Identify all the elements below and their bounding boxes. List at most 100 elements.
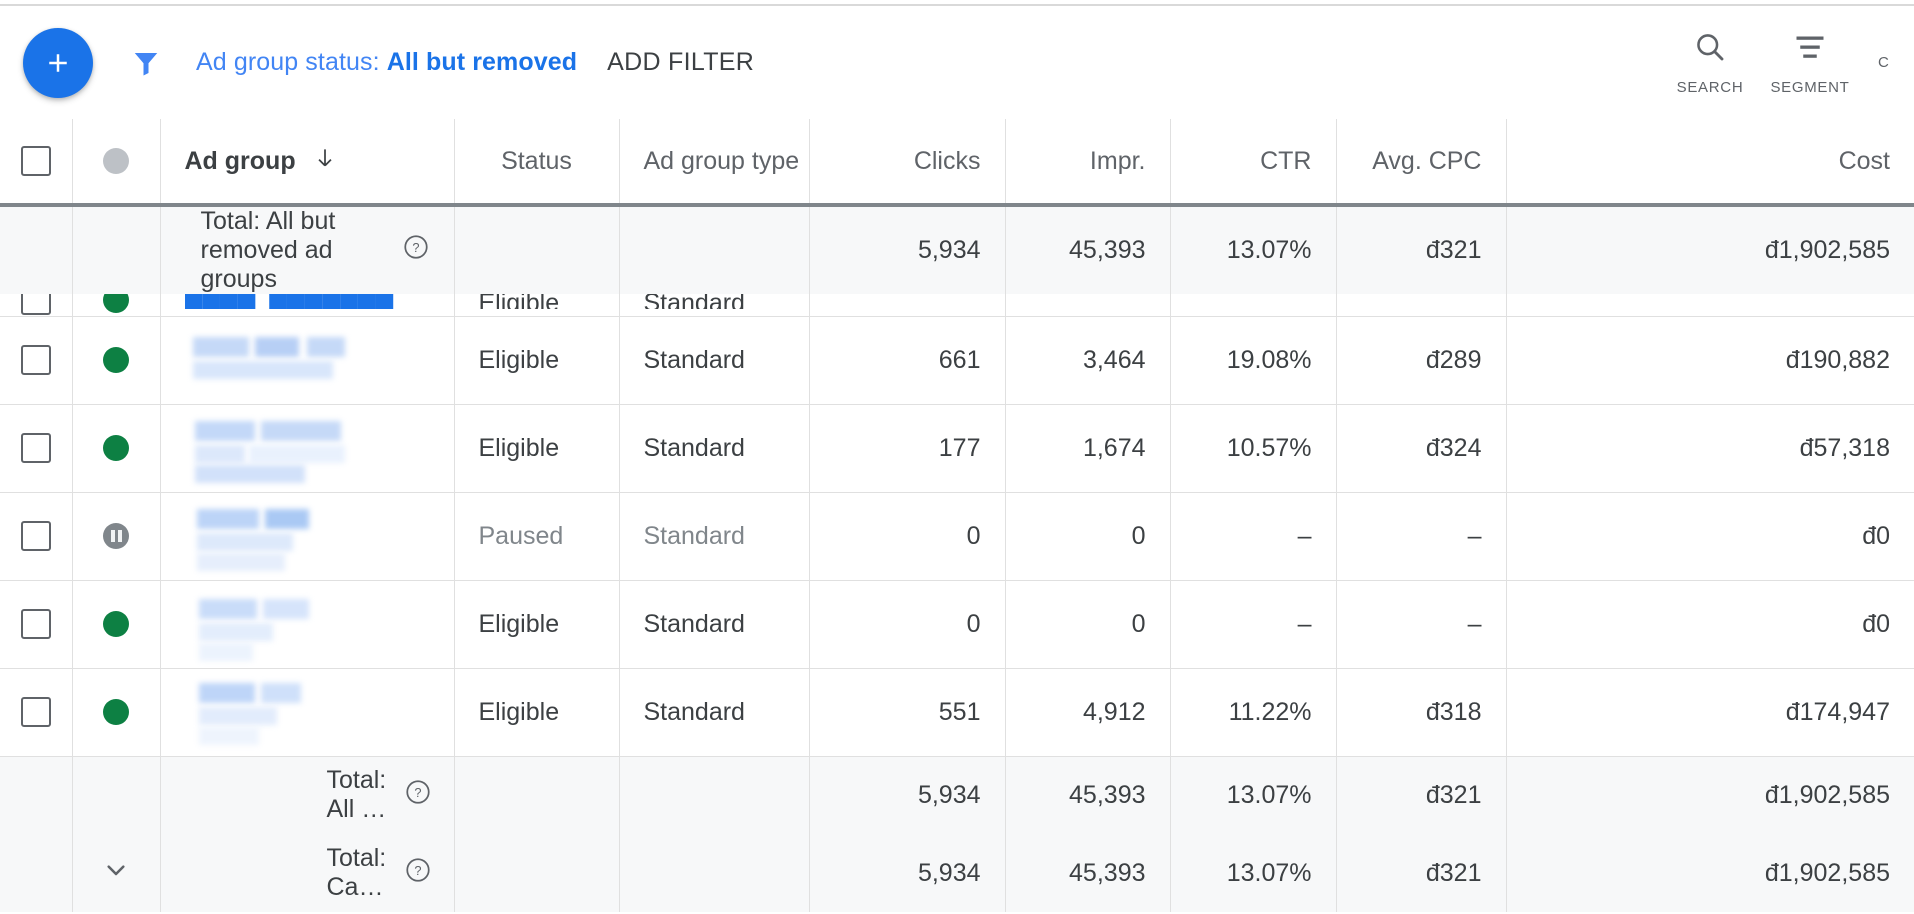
chevron-down-icon[interactable]: [100, 854, 132, 893]
filter-funnel-icon[interactable]: [120, 6, 172, 119]
column-header-avg-cpc[interactable]: Avg. CPC: [1336, 119, 1507, 203]
table-row[interactable]: Eligible Standard 177 1,674 10.57% đ324 …: [0, 404, 1914, 493]
table-row[interactable]: Paused Standard 0 0 – – đ0: [0, 492, 1914, 581]
totals-all-cost: đ1,902,585: [1764, 780, 1890, 809]
totals-campaign-ctr: 13.07%: [1170, 834, 1337, 912]
filter-chip-label: Ad group status:: [196, 48, 380, 76]
row-impr: 0: [1005, 492, 1171, 581]
totals-campaign-impr: 45,393: [1005, 834, 1171, 912]
totals-campaign-expander-cell[interactable]: [72, 834, 161, 912]
column-header-cost[interactable]: Cost: [1506, 119, 1914, 203]
row-cost: đ0: [1506, 492, 1914, 581]
help-circle-icon[interactable]: ?: [402, 233, 430, 268]
totals-all-label: Total: All …: [326, 766, 387, 824]
totals-row-campaign[interactable]: Total: Ca… ? 5,934 45,393 13.07% đ321 đ1…: [0, 834, 1914, 912]
table-row[interactable]: Eligible Standard 661 3,464 19.08% đ289 …: [0, 316, 1914, 405]
row-checkbox-cell[interactable]: [0, 492, 73, 581]
header-row: Ad group Status Ad group type Clicks Imp…: [0, 119, 1914, 203]
row-checkbox[interactable]: [20, 609, 51, 639]
column-header-ad-group-type[interactable]: Ad group type: [619, 119, 810, 203]
row-checkbox[interactable]: [20, 433, 51, 463]
column-header-ad-group[interactable]: Ad group: [160, 119, 455, 203]
segment-action[interactable]: SEGMENT: [1760, 6, 1860, 119]
row-clicks: 661: [809, 316, 1006, 405]
columns-action[interactable]: C: [1860, 6, 1914, 119]
table-row[interactable]: Eligible Standard 551 4,912 11.22% đ318 …: [0, 668, 1914, 757]
row-type-cell: Standard: [619, 316, 810, 405]
filter-chip-ad-group-status[interactable]: Ad group status: All but removed: [196, 48, 577, 77]
row-ad-group-cell[interactable]: [160, 580, 455, 669]
row-clicks: 0: [809, 492, 1006, 581]
totals-all-type-cell: [619, 756, 810, 834]
row-impr: [1005, 294, 1171, 317]
svg-text:?: ?: [415, 785, 422, 800]
totals-top-ctr: 13.07%: [1170, 207, 1337, 294]
ad-groups-table-container[interactable]: Ad group Status Ad group type Clicks Imp…: [0, 119, 1914, 914]
row-ad-group-cell[interactable]: ████ ███████: [160, 294, 455, 317]
column-header-clicks[interactable]: Clicks: [809, 119, 1006, 203]
row-checkbox[interactable]: [20, 521, 51, 551]
column-header-ctr[interactable]: CTR: [1170, 119, 1337, 203]
totals-top-label-cell: Total: All but removed ad groups ?: [160, 207, 455, 294]
totals-campaign-avg-cpc: đ321: [1336, 834, 1507, 912]
add-filter-button[interactable]: ADD FILTER: [607, 48, 754, 77]
row-impr: 1,674: [1005, 404, 1171, 493]
help-circle-icon[interactable]: ?: [404, 856, 432, 891]
status-dot-eligible-icon: [103, 347, 129, 373]
row-ad-group-cell[interactable]: [160, 668, 455, 757]
column-header-ad-group-label: Ad group: [184, 146, 296, 175]
row-checkbox[interactable]: [20, 345, 51, 375]
row-checkbox[interactable]: [20, 294, 51, 315]
row-checkbox-cell[interactable]: [0, 316, 73, 405]
segment-action-label: SEGMENT: [1770, 79, 1850, 96]
totals-campaign-checkbox-cell: [0, 834, 73, 912]
ad-group-name-redacted[interactable]: [185, 409, 430, 487]
help-circle-icon[interactable]: ?: [404, 778, 432, 813]
row-avg-cpc: đ324: [1336, 404, 1507, 493]
row-ctr: 19.08%: [1170, 316, 1337, 405]
select-all-checkbox[interactable]: [20, 146, 51, 176]
row-ad-group-cell[interactable]: [160, 404, 455, 493]
totals-top-checkbox-cell: [0, 207, 73, 294]
ad-group-name-redacted[interactable]: [185, 585, 430, 663]
row-cost: [1506, 294, 1914, 317]
row-status-dot-cell: [72, 404, 161, 493]
row-status-dot-cell: [72, 294, 161, 317]
totals-all-clicks: 5,934: [809, 756, 1006, 834]
ad-group-name-redacted[interactable]: [185, 321, 430, 399]
table-row[interactable]: ████ ███████ Eligible Standard: [0, 294, 1914, 317]
row-cost: đ57,318: [1506, 404, 1914, 493]
totals-top-cost: đ1,902,585: [1764, 236, 1890, 264]
row-checkbox-cell[interactable]: [0, 404, 73, 493]
totals-all-status-cell: [454, 756, 620, 834]
row-checkbox-cell[interactable]: [0, 668, 73, 757]
row-ad-group-cell[interactable]: [160, 316, 455, 405]
row-ad-group-cell[interactable]: [160, 492, 455, 581]
row-checkbox-cell[interactable]: [0, 294, 73, 317]
totals-all-ctr: 13.07%: [1170, 756, 1337, 834]
status-dot-placeholder-icon: [103, 148, 129, 174]
status-dot-eligible-icon: [103, 294, 129, 313]
search-action[interactable]: SEARCH: [1660, 6, 1760, 119]
status-dot-header: [72, 119, 161, 203]
add-ad-group-button[interactable]: [23, 27, 93, 98]
row-checkbox-cell[interactable]: [0, 580, 73, 669]
column-header-status[interactable]: Status: [454, 119, 620, 203]
totals-top-dot-cell: [72, 207, 161, 294]
row-type-label: Standard: [643, 294, 745, 309]
row-type-cell: Standard: [619, 294, 810, 317]
column-header-impr[interactable]: Impr.: [1005, 119, 1171, 203]
row-clicks: 177: [809, 404, 1006, 493]
row-checkbox[interactable]: [20, 697, 51, 727]
ad-group-link[interactable]: ████ ███████: [185, 294, 430, 309]
ad-group-name-redacted[interactable]: [185, 497, 430, 575]
ad-group-name-redacted[interactable]: [185, 673, 430, 751]
select-all-header[interactable]: [0, 119, 73, 203]
table-row[interactable]: Eligible Standard 0 0 – – đ0: [0, 580, 1914, 669]
search-icon: [1692, 29, 1728, 70]
totals-top-avg-cpc: đ321: [1336, 207, 1507, 294]
row-impr: 3,464: [1005, 316, 1171, 405]
totals-top-label: Total: All but removed ad groups: [200, 207, 336, 293]
totals-top-type-cell: [619, 207, 810, 294]
row-cost: đ174,947: [1506, 668, 1914, 757]
